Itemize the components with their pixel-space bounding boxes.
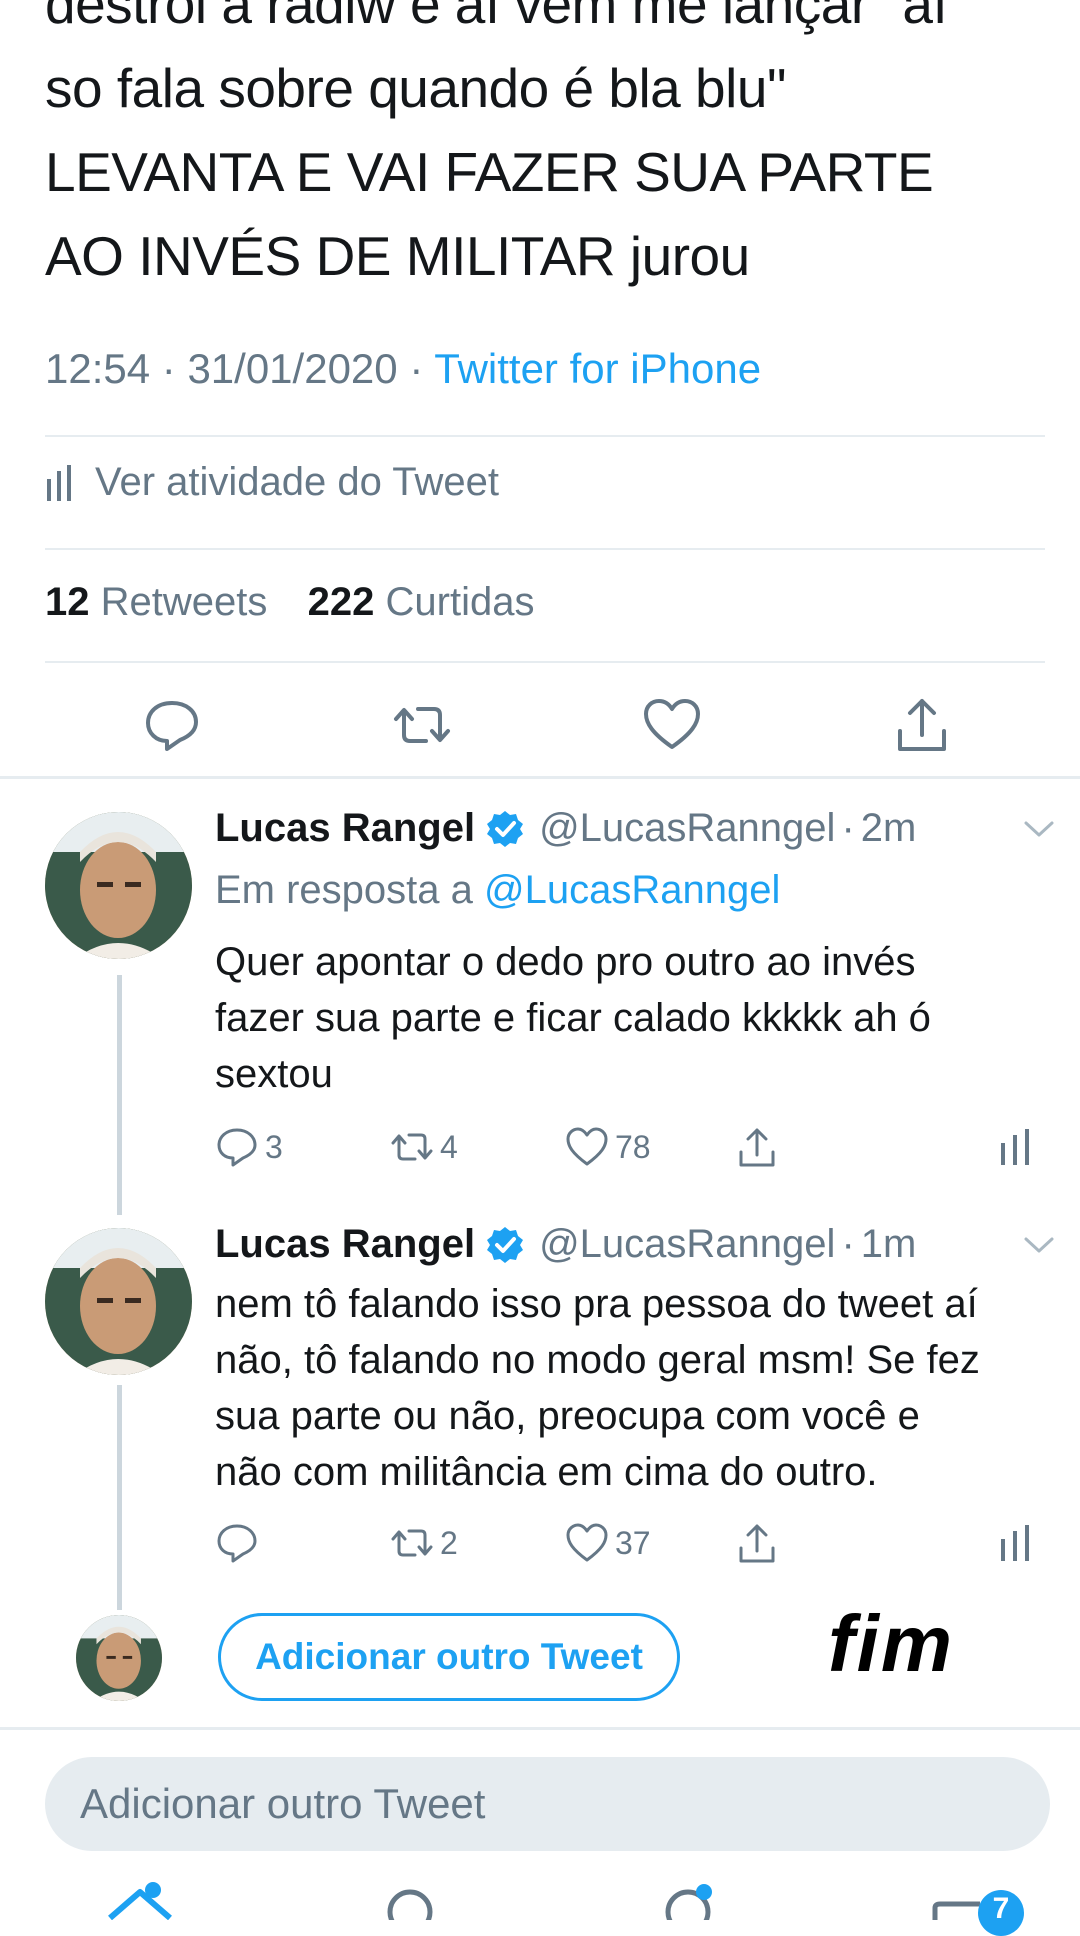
tweet-text-line: so fala sobre quando é bla blu" bbox=[45, 57, 786, 119]
tweet-text-line: destrói a radiw e aí vem me lançar "aí bbox=[45, 0, 948, 35]
author-handle[interactable]: @LucasRanngel bbox=[539, 1222, 835, 1267]
tweet-meta: 12:54 · 31/01/2020 · Twitter for iPhone bbox=[45, 345, 762, 392]
avatar[interactable] bbox=[45, 812, 192, 959]
notification-badge: 7 bbox=[978, 1890, 1024, 1936]
thread-line bbox=[117, 975, 122, 1215]
tweet-text: destrói a radiw e aí vem me lançar "aí s… bbox=[45, 0, 1045, 298]
notifications-icon[interactable] bbox=[660, 1880, 720, 1920]
author-name[interactable]: Lucas Rangel bbox=[215, 806, 475, 851]
thread-line bbox=[117, 1385, 122, 1610]
likes-label[interactable]: Curtidas bbox=[386, 580, 535, 624]
tweet-text-line: AO INVÉS DE MILITAR jurou bbox=[45, 225, 750, 287]
verified-badge-icon bbox=[487, 810, 524, 847]
overlay-text: fim bbox=[828, 1599, 954, 1688]
section-separator bbox=[0, 776, 1080, 779]
reply-time: 2m bbox=[860, 806, 917, 850]
avatar-photo bbox=[76, 1615, 162, 1701]
analytics-button[interactable] bbox=[995, 1122, 1039, 1172]
reply-actions: 3 4 78 bbox=[215, 1122, 1045, 1172]
bottom-tab-bar bbox=[0, 1880, 1080, 1920]
retweet-count: 4 bbox=[440, 1128, 458, 1165]
like-button[interactable]: 78 bbox=[565, 1122, 651, 1172]
reply-text-line: não com militância em cima do outro. bbox=[215, 1450, 878, 1494]
tweet-time: 12:54 bbox=[45, 345, 151, 392]
reply-text-line: Quer apontar o dedo pro outro ao invés bbox=[215, 940, 916, 984]
reply-header: Lucas Rangel @LucasRanngel · 1m bbox=[215, 1222, 917, 1267]
in-reply-mention[interactable]: @LucasRanngel bbox=[484, 868, 780, 912]
author-handle[interactable]: @LucasRanngel bbox=[539, 806, 835, 851]
heart-icon bbox=[566, 1127, 608, 1166]
divider bbox=[45, 661, 1045, 663]
activity-label: Ver atividade do Tweet bbox=[95, 460, 499, 504]
search-icon[interactable] bbox=[380, 1880, 440, 1920]
tweet-activity-link[interactable]: Ver atividade do Tweet bbox=[45, 460, 499, 505]
share-button[interactable] bbox=[735, 1122, 779, 1172]
share-icon[interactable] bbox=[892, 695, 952, 755]
retweets-count[interactable]: 12 bbox=[45, 580, 90, 624]
compose-input[interactable]: Adicionar outro Tweet bbox=[45, 1757, 1050, 1851]
reply-actions: 2 37 bbox=[215, 1518, 1045, 1568]
reply-icon bbox=[217, 1128, 257, 1167]
avatar[interactable] bbox=[45, 1228, 192, 1375]
retweets-label[interactable]: Retweets bbox=[101, 580, 268, 624]
share-icon bbox=[739, 1128, 775, 1167]
chevron-down-icon[interactable] bbox=[1022, 812, 1056, 846]
reply-text: nem tô falando isso pra pessoa do tweet … bbox=[215, 1276, 1065, 1500]
reply-time: 1m bbox=[860, 1222, 917, 1266]
likes-count[interactable]: 222 bbox=[308, 580, 375, 624]
like-count: 37 bbox=[615, 1524, 651, 1561]
reply-button[interactable] bbox=[215, 1518, 265, 1568]
tweet-actions bbox=[0, 695, 1080, 755]
engagement-counts: 12 Retweets 222 Curtidas bbox=[45, 580, 534, 625]
reply-header: Lucas Rangel @LucasRanngel · 2m bbox=[215, 806, 917, 851]
tweet-text-line: LEVANTA E VAI FAZER SUA PARTE bbox=[45, 141, 934, 203]
divider bbox=[45, 548, 1045, 550]
in-reply-to: Em resposta a @LucasRanngel bbox=[215, 868, 780, 913]
compose-placeholder: Adicionar outro Tweet bbox=[80, 1780, 486, 1827]
avatar-photo bbox=[45, 812, 192, 959]
heart-icon bbox=[566, 1523, 608, 1562]
reply-icon bbox=[217, 1524, 257, 1563]
reply-text-line: não, tô falando no modo geral msm! Se fe… bbox=[215, 1338, 980, 1382]
divider bbox=[45, 435, 1045, 437]
verified-badge-icon bbox=[487, 1226, 524, 1263]
reply-button[interactable]: 3 bbox=[215, 1122, 283, 1172]
reply-count: 3 bbox=[265, 1128, 283, 1165]
analytics-button[interactable] bbox=[995, 1518, 1039, 1568]
add-tweet-button[interactable]: Adicionar outro Tweet bbox=[218, 1613, 680, 1701]
retweet-icon bbox=[391, 1529, 433, 1557]
section-separator bbox=[0, 1727, 1080, 1730]
like-count: 78 bbox=[615, 1128, 651, 1165]
retweet-button[interactable]: 2 bbox=[390, 1518, 458, 1568]
reply-icon[interactable] bbox=[142, 695, 202, 755]
reply-text-line: sua parte ou não, preocupa com você e bbox=[215, 1394, 920, 1438]
retweet-button[interactable]: 4 bbox=[390, 1122, 458, 1172]
reply-text-line: sextou bbox=[215, 1052, 333, 1096]
like-button[interactable]: 37 bbox=[565, 1518, 651, 1568]
avatar[interactable] bbox=[76, 1615, 162, 1701]
share-icon bbox=[739, 1524, 775, 1563]
share-button[interactable] bbox=[735, 1518, 779, 1568]
retweet-icon bbox=[391, 1133, 433, 1161]
analytics-icon bbox=[1001, 1129, 1029, 1165]
avatar-photo bbox=[45, 1228, 192, 1375]
retweet-count: 2 bbox=[440, 1524, 458, 1561]
home-icon[interactable] bbox=[105, 1880, 175, 1920]
analytics-icon bbox=[47, 464, 71, 501]
reply-text-line: nem tô falando isso pra pessoa do tweet … bbox=[215, 1282, 978, 1326]
reply-text: Quer apontar o dedo pro outro ao invés f… bbox=[215, 934, 1065, 1102]
analytics-icon bbox=[1001, 1525, 1029, 1561]
tweet-source-link[interactable]: Twitter for iPhone bbox=[434, 345, 761, 392]
chevron-down-icon[interactable] bbox=[1022, 1228, 1056, 1262]
reply-text-line: fazer sua parte e ficar calado kkkkk ah … bbox=[215, 996, 931, 1040]
in-reply-prefix: Em resposta a bbox=[215, 868, 473, 912]
heart-icon[interactable] bbox=[642, 695, 702, 755]
retweet-icon[interactable] bbox=[392, 695, 452, 755]
author-name[interactable]: Lucas Rangel bbox=[215, 1222, 475, 1267]
tweet-date: 31/01/2020 bbox=[187, 345, 398, 392]
